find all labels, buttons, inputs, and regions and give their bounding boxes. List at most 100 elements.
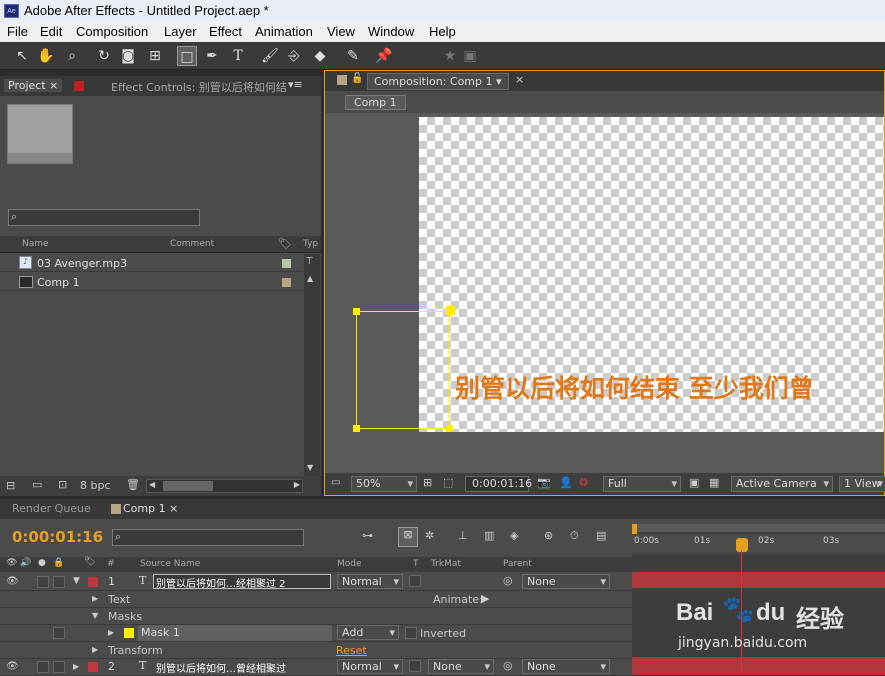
horizontal-scrollbar[interactable]: ◀ ▶ (146, 479, 303, 493)
scroll-up-icon[interactable]: ▲ (307, 274, 313, 283)
expand-triangle-icon[interactable]: ▶ (73, 662, 79, 671)
eraser-icon[interactable]: ◆ (310, 46, 330, 66)
pan-behind-icon[interactable]: ⊞ (145, 46, 165, 66)
tab-project[interactable]: Project × (4, 79, 63, 92)
property-text[interactable]: ▶ Text Animate: ▶ (0, 591, 632, 608)
scroll-down-icon[interactable]: ▼ (307, 463, 313, 472)
solo-toggle[interactable] (37, 576, 49, 588)
breadcrumb[interactable]: Comp 1 (345, 95, 406, 110)
motion-blur-icon[interactable]: ▥ (484, 529, 494, 542)
time-ruler[interactable]: 0:00s 01s 02s 03s (632, 534, 885, 554)
composition-viewer[interactable]: 别管以后将如何结束 至少我们曾 (325, 113, 884, 473)
tab-composition[interactable]: Composition: Comp 1 ▾ (367, 73, 509, 90)
text-icon[interactable]: T (228, 46, 248, 66)
reset-link[interactable]: Reset (336, 644, 367, 657)
live-update-icon[interactable]: ▤ (596, 529, 606, 542)
mask-row[interactable]: ▶ Mask 1 Add Inverted (0, 625, 632, 642)
region-of-interest-icon[interactable]: ▣ (689, 476, 699, 489)
mask-vertex-selected[interactable] (445, 305, 456, 316)
show-snapshot-icon[interactable]: 👤 (559, 476, 573, 489)
mask-vertex[interactable] (353, 425, 360, 432)
eye-icon[interactable]: 👁 (6, 558, 17, 568)
pickwhip-icon[interactable]: ◎ (503, 659, 513, 672)
brush-icon[interactable]: 🖌 (260, 46, 280, 66)
expand-triangle-icon[interactable]: ▶ (92, 594, 98, 603)
roto-brush-icon[interactable]: ✎ (343, 46, 363, 66)
safe-zones-icon[interactable]: ⊞ (423, 476, 432, 489)
expand-triangle-icon[interactable]: ▶ (92, 645, 98, 654)
expand-triangle-icon[interactable]: ▶ (108, 628, 114, 637)
collapse-triangle-icon[interactable]: ▼ (92, 611, 98, 620)
draft-3d-icon[interactable]: ⊠ (398, 527, 418, 547)
solo-toggle[interactable] (37, 661, 49, 673)
lock-toggle[interactable] (53, 627, 65, 639)
solo-icon[interactable]: ● (38, 558, 46, 568)
list-item[interactable]: ♪ 03 Avenger.mp3 (0, 254, 303, 272)
menu-effect[interactable]: Effect (209, 24, 242, 39)
tab-comp-1[interactable]: Comp 1 × (123, 502, 178, 515)
current-time-display[interactable]: 0:00:01:16 (465, 476, 532, 492)
channels-icon[interactable]: ❂ (579, 476, 588, 489)
preserve-transparency-toggle[interactable] (409, 575, 421, 587)
menu-composition[interactable]: Composition (76, 24, 148, 39)
layer-name[interactable]: 别管以后将如何…曾经相聚过 (156, 660, 286, 675)
lock-icon[interactable]: 🔒 (53, 558, 64, 568)
playhead-handle[interactable] (736, 538, 748, 552)
column-mode[interactable]: Mode (337, 559, 362, 569)
zoom-icon[interactable]: ⌕ (62, 46, 82, 66)
lock-toggle[interactable] (53, 661, 65, 673)
layer-bar-1[interactable] (632, 572, 885, 588)
mode-dropdown[interactable]: Normal (337, 574, 403, 589)
trkmat-dropdown[interactable]: None (428, 659, 494, 674)
layer-row-2[interactable]: 👁 ▶ 2 T 别管以后将如何…曾经相聚过 Normal None ◎ None (0, 659, 632, 676)
clone-stamp-icon[interactable]: ⎆ (284, 46, 304, 66)
list-item[interactable]: Comp 1 (0, 273, 303, 291)
new-folder-icon[interactable]: ▭ (32, 478, 42, 491)
mask-vertex[interactable] (353, 308, 360, 315)
lock-toggle[interactable] (53, 576, 65, 588)
preserve-transparency-toggle[interactable] (409, 660, 421, 672)
work-area-bar[interactable] (632, 524, 885, 532)
interpret-footage-icon[interactable]: ⊟ (6, 479, 15, 492)
column-comment[interactable]: Comment (170, 239, 214, 249)
expand-triangle-icon[interactable]: ▼ (73, 576, 80, 586)
flowchart-icon[interactable]: ⊤ (305, 256, 314, 267)
menu-layer[interactable]: Layer (164, 24, 197, 39)
comp-text-layer[interactable]: 别管以后将如何结束 至少我们曾 (455, 369, 814, 405)
graph-editor-icon[interactable]: ⏱ (570, 529, 579, 543)
property-masks[interactable]: ▼ Masks (0, 608, 632, 625)
column-name[interactable]: Name (22, 239, 49, 249)
column-type[interactable]: Typ (303, 239, 318, 249)
hand-icon[interactable]: ✋ (36, 46, 56, 66)
menu-file[interactable]: File (7, 24, 28, 39)
rectangle-icon[interactable]: □ (177, 46, 197, 66)
camera-dropdown[interactable]: Active Camera (731, 476, 833, 492)
rotate-icon[interactable]: ↻ (94, 46, 114, 66)
tab-effect-controls[interactable]: Effect Controls: 别管以后将如何结 (111, 79, 287, 95)
bpc-indicator[interactable]: 8 bpc (80, 479, 111, 492)
pen-icon[interactable]: ✒ (202, 46, 222, 66)
layer-label-color[interactable] (88, 577, 98, 587)
layer-row-1[interactable]: 👁 ▼ 1 T 别管以后将如何…经相聚过 2 Normal ◎ None (0, 574, 632, 591)
mask-color-swatch[interactable] (124, 628, 134, 638)
timeline-search-input[interactable]: ⌕ (112, 529, 304, 546)
brainstorm-icon[interactable]: ◈ (510, 529, 518, 542)
resolution-dropdown[interactable]: Full (603, 476, 681, 492)
puppet-icon[interactable]: 📌 (374, 46, 394, 66)
parent-dropdown[interactable]: None (522, 574, 610, 589)
parent-dropdown[interactable]: None (522, 659, 610, 674)
search-input[interactable]: ⌕ (8, 209, 200, 226)
always-preview-icon[interactable]: ▭ (331, 477, 340, 488)
comp-mini-flowchart-icon[interactable]: ⊶ (362, 529, 373, 542)
selection-icon[interactable]: ↖ (12, 46, 32, 66)
layer-label-color[interactable] (88, 662, 98, 672)
mode-dropdown[interactable]: Normal (337, 659, 403, 674)
vertical-scrollbar[interactable]: ⊤ ▲ ▼ (304, 254, 320, 476)
menu-view[interactable]: View (327, 24, 355, 39)
property-transform[interactable]: ▶ Transform Reset (0, 642, 632, 659)
tab-render-queue[interactable]: Render Queue (12, 502, 91, 515)
menu-window[interactable]: Window (368, 24, 414, 39)
menu-animation[interactable]: Animation (255, 24, 313, 39)
new-composition-icon[interactable]: ⊡ (58, 478, 67, 491)
frame-blending-icon[interactable]: ⊥ (458, 529, 468, 542)
